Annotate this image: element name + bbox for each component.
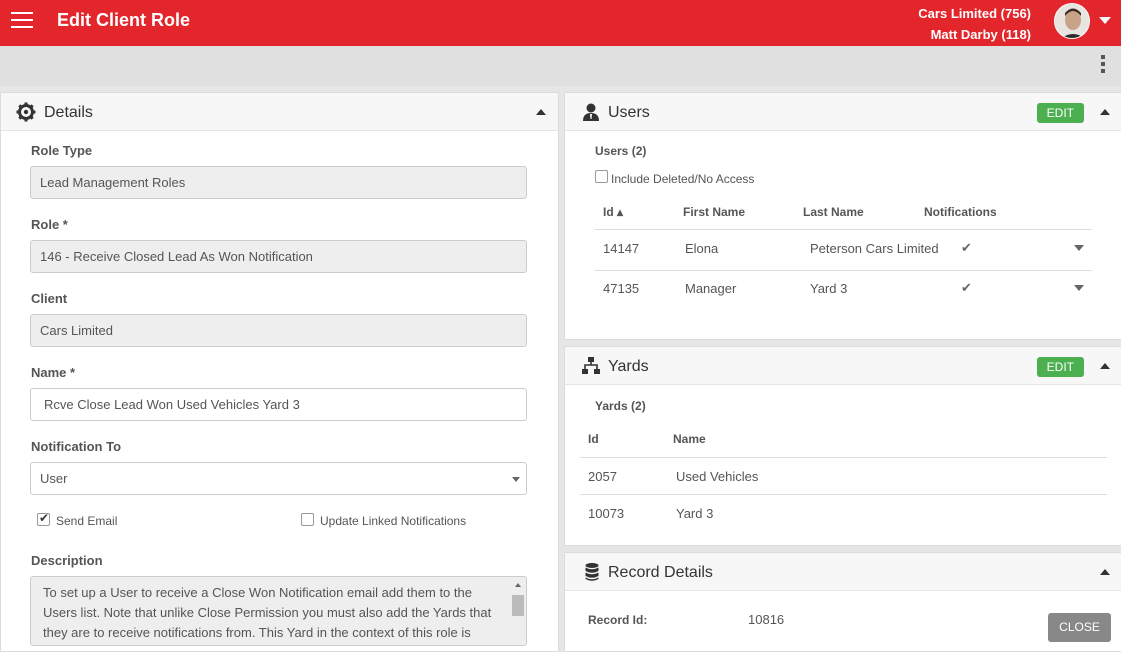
yards-panel: Yards EDIT Yards (2) Id Name 2057 Used V…: [564, 346, 1121, 546]
notification-to-label: Notification To: [31, 439, 122, 454]
notification-to-value: User: [40, 471, 68, 486]
users-panel: Users EDIT Users (2) Include Deleted/No …: [564, 92, 1121, 340]
users-title: Users: [608, 104, 650, 121]
user-last-name: Peterson Cars Limited: [810, 241, 939, 256]
role-label: Role *: [31, 217, 68, 232]
yard-id: 10073: [588, 506, 625, 521]
scroll-thumb[interactable]: [512, 595, 524, 616]
row-menu-chevron-icon[interactable]: [1074, 285, 1084, 291]
database-icon: [585, 563, 599, 581]
chevron-down-icon[interactable]: [1099, 17, 1111, 24]
description-textarea[interactable]: To set up a User to receive a Close Won …: [30, 576, 527, 646]
yard-id: 2057: [588, 469, 617, 484]
avatar[interactable]: [1054, 3, 1090, 39]
yards-edit-button[interactable]: EDIT: [1036, 357, 1084, 377]
toolbar: [0, 46, 1121, 86]
sitemap-icon: [582, 357, 600, 374]
user-icon: [583, 103, 599, 121]
hamburger-menu-icon[interactable]: [11, 12, 33, 30]
yard-name: Yard 3: [676, 506, 714, 521]
name-input[interactable]: Rcve Close Lead Won Used Vehicles Yard 3: [30, 388, 527, 421]
include-deleted-label: Include Deleted/No Access: [611, 172, 755, 186]
top-bar: Edit Client Role Cars Limited (756) Matt…: [0, 0, 1121, 46]
record-details-title: Record Details: [608, 564, 713, 581]
users-edit-button[interactable]: EDIT: [1036, 103, 1084, 123]
divider: [580, 494, 1107, 495]
col-id[interactable]: Id ▴: [603, 205, 623, 219]
chevron-down-icon: [512, 477, 520, 482]
divider: [595, 229, 1092, 230]
col-first-name[interactable]: First Name: [683, 205, 745, 219]
description-label: Description: [31, 553, 103, 568]
role-type-label: Role Type: [31, 143, 93, 158]
scroll-up-icon[interactable]: [515, 583, 521, 587]
collapse-icon[interactable]: [536, 109, 546, 115]
close-button[interactable]: CLOSE: [1048, 613, 1111, 642]
user-id: 14147: [603, 241, 640, 256]
users-count: Users (2): [595, 144, 647, 158]
user-first-name: Elona: [685, 241, 719, 256]
col-id[interactable]: Id: [588, 432, 599, 446]
check-icon: ✔: [961, 280, 972, 295]
details-title: Details: [44, 104, 93, 121]
col-last-name[interactable]: Last Name: [803, 205, 864, 219]
yard-name: Used Vehicles: [676, 469, 759, 484]
description-text: To set up a User to receive a Close Won …: [43, 585, 492, 640]
yards-panel-header: Yards EDIT: [565, 347, 1121, 385]
update-linked-checkbox[interactable]: [301, 513, 314, 526]
gear-icon: [16, 102, 36, 122]
send-email-checkbox[interactable]: [37, 511, 50, 526]
client-label: Client: [31, 291, 68, 306]
check-icon: ✔: [961, 240, 972, 255]
user-last-name: Yard 3: [810, 281, 848, 296]
divider: [580, 457, 1107, 458]
record-details-panel: Record Details Record Id: 10816: [564, 552, 1121, 652]
kebab-menu-icon[interactable]: [1101, 55, 1107, 77]
client-field: Cars Limited: [30, 314, 527, 347]
collapse-icon[interactable]: [1100, 569, 1110, 575]
user-first-name: Manager: [685, 281, 737, 296]
collapse-icon[interactable]: [1100, 363, 1110, 369]
user-id: 47135: [603, 281, 640, 296]
name-label: Name *: [31, 365, 76, 380]
users-panel-header: Users EDIT: [565, 93, 1121, 131]
record-details-header: Record Details: [565, 553, 1121, 591]
account-user: Matt Darby (118): [930, 27, 1031, 42]
col-name[interactable]: Name: [673, 432, 706, 446]
yards-title: Yards: [608, 358, 649, 375]
record-id-label: Record Id:: [588, 613, 648, 627]
divider: [595, 270, 1092, 271]
row-menu-chevron-icon[interactable]: [1074, 245, 1084, 251]
account-client: Cars Limited (756): [918, 6, 1031, 21]
role-type-field: Lead Management Roles: [30, 166, 527, 199]
page-title: Edit Client Role: [57, 10, 191, 30]
notification-to-select[interactable]: User: [30, 462, 527, 495]
update-linked-label: Update Linked Notifications: [320, 514, 467, 528]
record-id-value: 10816: [748, 612, 785, 627]
details-panel-header: Details: [1, 93, 558, 131]
col-notifications[interactable]: Notifications: [924, 205, 997, 219]
role-field: 146 - Receive Closed Lead As Won Notific…: [30, 240, 527, 273]
scrollbar[interactable]: [512, 579, 524, 645]
include-deleted-checkbox[interactable]: [595, 170, 608, 183]
account-info[interactable]: Cars Limited (756) Matt Darby (118): [918, 3, 1031, 45]
send-email-label: Send Email: [56, 514, 118, 528]
collapse-icon[interactable]: [1100, 109, 1110, 115]
yards-count: Yards (2): [595, 399, 646, 413]
